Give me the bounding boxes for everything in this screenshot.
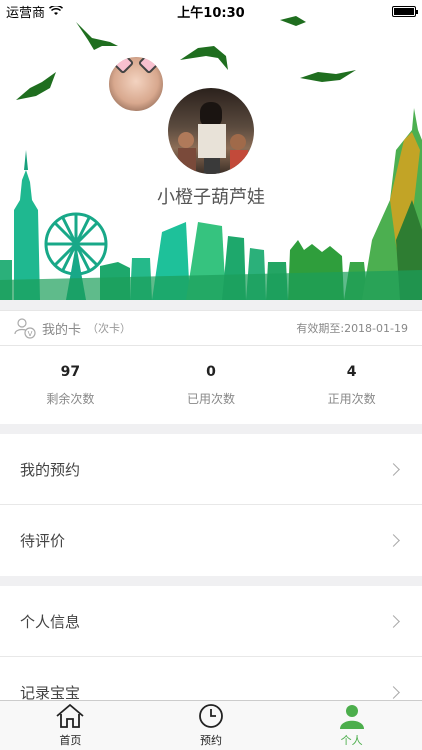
menu-item-label: 待评价 (20, 532, 66, 550)
tab-booking[interactable]: 预约 (141, 701, 282, 750)
bird-icon (76, 22, 118, 50)
tab-label: 首页 (59, 734, 82, 747)
secondary-avatar[interactable] (107, 55, 165, 113)
stat-label: 剩余次数 (46, 391, 95, 406)
user-avatar[interactable] (166, 86, 256, 176)
tab-label: 预约 (200, 734, 222, 747)
clock-icon (199, 704, 223, 728)
menu-item-personal-info[interactable]: 个人信息 (0, 586, 422, 657)
person-icon (339, 705, 364, 729)
stat-value: 4 (346, 363, 357, 380)
chevron-right-icon (387, 686, 400, 699)
stat-label: 正用次数 (327, 391, 376, 406)
username: 小橙子葫芦娃 (157, 187, 265, 208)
card-title: 我的卡 (42, 322, 82, 338)
stat-used[interactable]: 0 已用次数 (141, 346, 282, 424)
tab-home[interactable]: 首页 (0, 701, 141, 750)
menu-item-my-bookings[interactable]: 我的预约 (0, 434, 422, 505)
stat-value: 0 (206, 363, 216, 380)
stat-label: 已用次数 (187, 391, 236, 406)
status-time: 上午10:30 (177, 5, 245, 21)
membership-card-row[interactable]: V 我的卡 （次卡） 有效期至:2018-01-19 (0, 310, 422, 346)
menu-item-pending-review[interactable]: 待评价 (0, 505, 422, 576)
card-type: （次卡） (87, 322, 132, 335)
usage-stats: 97 剩余次数 0 已用次数 4 正用次数 (0, 346, 422, 424)
stat-remaining[interactable]: 97 剩余次数 (0, 346, 141, 424)
bird-icon (180, 46, 228, 70)
tab-personal[interactable]: 个人 (281, 701, 422, 750)
bird-icon (300, 70, 356, 82)
carrier-label: 运营商 (6, 5, 46, 21)
stat-value: 97 (60, 363, 81, 380)
tab-bar: 首页 预约 个人 (0, 700, 422, 750)
member-card-icon: V (14, 318, 36, 339)
chevron-right-icon (387, 614, 400, 628)
stat-in-use[interactable]: 4 正用次数 (281, 346, 422, 424)
svg-text:V: V (28, 330, 33, 338)
tab-label: 个人 (340, 734, 363, 747)
home-icon (56, 703, 84, 728)
battery-icon (392, 5, 418, 17)
menu-group-orders: 我的预约 待评价 (0, 434, 422, 576)
chevron-right-icon (387, 534, 400, 547)
chevron-right-icon (387, 462, 400, 476)
menu-item-label: 个人信息 (20, 612, 81, 631)
avatar-photo (178, 102, 248, 174)
card-expiry: 有效期至:2018-01-19 (296, 322, 408, 335)
bird-icon (16, 72, 56, 100)
status-bar: 运营商 上午10:30 (0, 0, 422, 22)
wifi-icon (49, 6, 64, 15)
menu-item-label: 我的预约 (20, 460, 81, 479)
profile-header: 小橙子葫芦娃 (0, 0, 422, 300)
cat-ear-icon (111, 57, 135, 75)
